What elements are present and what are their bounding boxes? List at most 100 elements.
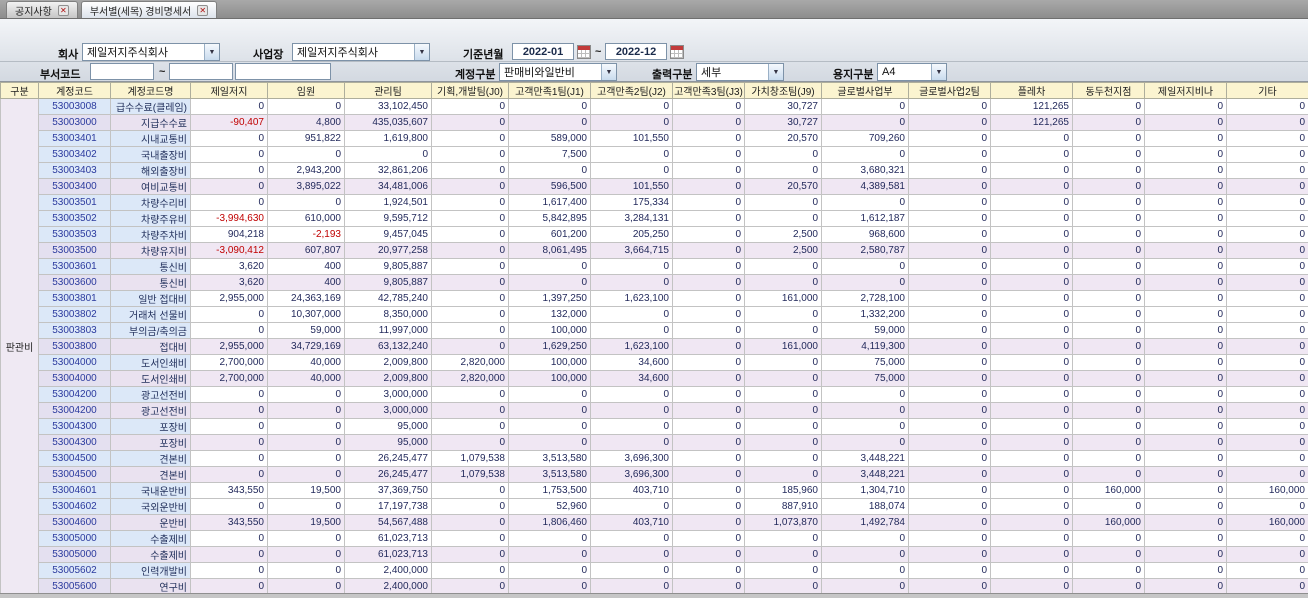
value-cell[interactable]: 0 (990, 242, 1073, 259)
account-code-cell[interactable]: 53003402 (38, 146, 111, 163)
value-cell[interactable]: 0 (1072, 258, 1145, 275)
value-cell[interactable]: 343,550 (190, 482, 268, 499)
value-cell[interactable]: 4,119,300 (821, 338, 909, 355)
value-cell[interactable]: 0 (990, 546, 1073, 563)
table-row[interactable]: 53005000 수출제비 0 0 61,023,713 0 0 0 0 0 0 0 0 0 0 0 (1, 530, 1308, 547)
value-cell[interactable]: 30,727 (744, 98, 822, 115)
column-header[interactable]: 플레차 (990, 82, 1073, 99)
value-cell[interactable]: 0 (1226, 258, 1308, 275)
close-icon[interactable]: ✕ (57, 4, 69, 16)
account-name-cell[interactable]: 지급수수료 (110, 114, 191, 131)
value-cell[interactable]: 0 (508, 530, 591, 547)
value-cell[interactable]: 40,000 (267, 354, 345, 371)
value-cell[interactable]: 0 (908, 226, 991, 243)
value-cell[interactable]: 0 (672, 322, 745, 339)
value-cell[interactable]: 160,000 (1226, 514, 1308, 531)
value-cell[interactable]: 0 (1226, 370, 1308, 387)
value-cell[interactable]: 0 (1226, 530, 1308, 547)
value-cell[interactable]: 0 (590, 322, 673, 339)
value-cell[interactable]: 0 (590, 434, 673, 451)
value-cell[interactable]: 0 (672, 194, 745, 211)
value-cell[interactable]: 0 (267, 98, 345, 115)
value-cell[interactable]: 0 (672, 482, 745, 499)
value-cell[interactable]: 160,000 (1072, 514, 1145, 531)
account-name-cell[interactable]: 여비교통비 (110, 178, 191, 195)
value-cell[interactable]: 0 (1144, 418, 1227, 435)
value-cell[interactable]: 0 (267, 562, 345, 579)
value-cell[interactable]: 0 (431, 130, 509, 147)
value-cell[interactable]: 0 (1226, 114, 1308, 131)
value-cell[interactable]: 61,023,713 (344, 546, 432, 563)
value-cell[interactable]: 0 (190, 562, 268, 579)
value-cell[interactable]: 0 (431, 402, 509, 419)
value-cell[interactable]: 0 (672, 546, 745, 563)
value-cell[interactable]: 0 (431, 322, 509, 339)
value-cell[interactable]: 4,800 (267, 114, 345, 131)
value-cell[interactable]: 0 (908, 290, 991, 307)
value-cell[interactable]: 17,197,738 (344, 498, 432, 515)
value-cell[interactable]: 0 (908, 114, 991, 131)
value-cell[interactable]: 2,820,000 (431, 370, 509, 387)
table-row[interactable]: 판관비 53003008 급수수료(클레임) 0 0 33,102,450 0 0 0 0 30,7… (0, 98, 1308, 595)
account-code-cell[interactable]: 53005602 (38, 562, 111, 579)
value-cell[interactable]: 0 (1226, 130, 1308, 147)
value-cell[interactable]: 0 (672, 146, 745, 163)
account-code-cell[interactable]: 53004600 (38, 514, 111, 531)
value-cell[interactable]: 0 (672, 98, 745, 115)
value-cell[interactable]: 0 (590, 146, 673, 163)
value-cell[interactable]: 0 (1072, 466, 1145, 483)
value-cell[interactable]: 1,924,501 (344, 194, 432, 211)
value-cell[interactable]: 0 (1072, 306, 1145, 323)
table-row[interactable]: 53003403 해외출장비 0 2,943,200 32,861,206 0 0 0 0 0 3,… (1, 162, 1308, 179)
value-cell[interactable]: -90,407 (190, 114, 268, 131)
value-cell[interactable]: 2,728,100 (821, 290, 909, 307)
value-cell[interactable]: 3,000,000 (344, 402, 432, 419)
value-cell[interactable]: 0 (672, 514, 745, 531)
column-header[interactable]: 제일저지 (190, 82, 268, 99)
value-cell[interactable]: 0 (590, 546, 673, 563)
value-cell[interactable]: 0 (1144, 226, 1227, 243)
value-cell[interactable]: 0 (744, 418, 822, 435)
value-cell[interactable]: 0 (672, 130, 745, 147)
value-cell[interactable]: 0 (1144, 242, 1227, 259)
value-cell[interactable]: 0 (1072, 338, 1145, 355)
account-name-cell[interactable]: 차량주차비 (110, 226, 191, 243)
value-cell[interactable]: 0 (1144, 322, 1227, 339)
value-cell[interactable]: 0 (821, 146, 909, 163)
account-code-cell[interactable]: 53003801 (38, 290, 111, 307)
value-cell[interactable]: 0 (1072, 178, 1145, 195)
value-cell[interactable]: 0 (1226, 178, 1308, 195)
value-cell[interactable]: 0 (990, 354, 1073, 371)
value-cell[interactable]: 2,400,000 (344, 562, 432, 579)
account-name-cell[interactable]: 수출제비 (110, 530, 191, 547)
value-cell[interactable]: 1,079,538 (431, 450, 509, 467)
value-cell[interactable]: 8,061,495 (508, 242, 591, 259)
value-cell[interactable]: 34,600 (590, 370, 673, 387)
account-name-cell[interactable]: 견본비 (110, 466, 191, 483)
value-cell[interactable]: 0 (1072, 130, 1145, 147)
account-name-cell[interactable]: 광고선전비 (110, 386, 191, 403)
value-cell[interactable]: 0 (1144, 498, 1227, 515)
value-cell[interactable]: 0 (744, 210, 822, 227)
value-cell[interactable]: 0 (1072, 98, 1145, 115)
value-cell[interactable]: 0 (990, 274, 1073, 291)
value-cell[interactable]: 0 (508, 386, 591, 403)
value-cell[interactable]: 0 (431, 434, 509, 451)
value-cell[interactable]: 0 (908, 562, 991, 579)
value-cell[interactable]: 9,595,712 (344, 210, 432, 227)
account-code-cell[interactable]: 53003601 (38, 258, 111, 275)
value-cell[interactable]: 0 (1144, 354, 1227, 371)
value-cell[interactable]: 2,700,000 (190, 370, 268, 387)
value-cell[interactable]: 160,000 (1226, 482, 1308, 499)
account-code-cell[interactable]: 53004000 (38, 354, 111, 371)
value-cell[interactable]: 0 (1226, 226, 1308, 243)
value-cell[interactable]: 101,550 (590, 130, 673, 147)
column-header[interactable]: 계정코드 (38, 82, 111, 99)
value-cell[interactable]: 0 (1072, 242, 1145, 259)
account-code-cell[interactable]: 53003403 (38, 162, 111, 179)
value-cell[interactable]: 0 (431, 562, 509, 579)
value-cell[interactable]: 2,955,000 (190, 338, 268, 355)
value-cell[interactable]: 0 (344, 146, 432, 163)
account-code-cell[interactable]: 53005000 (38, 546, 111, 563)
value-cell[interactable]: 1,806,460 (508, 514, 591, 531)
